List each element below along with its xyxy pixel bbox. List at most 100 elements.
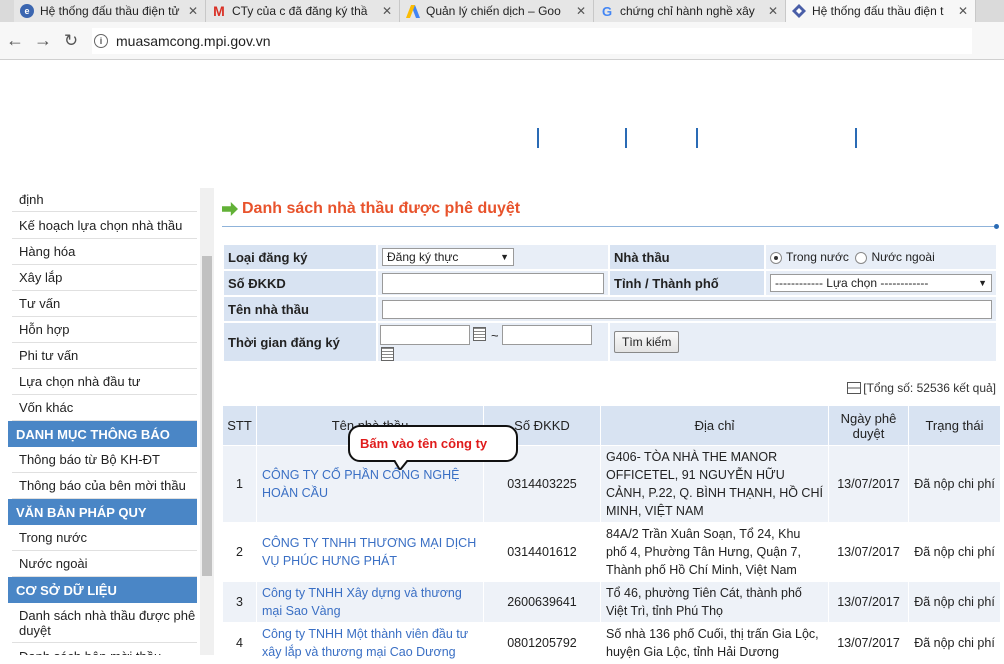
dropdown-arrow-icon: ▼ [978,278,987,288]
row-dkkd: 0801205792 [483,622,601,664]
label: Thời gian đăng ký [222,321,378,363]
select-value: Đăng ký thực [387,250,459,264]
site-icon: e [20,4,34,18]
sidebar-item[interactable]: định [12,188,197,212]
sidebar-item[interactable]: Kế hoạch lựa chọn nhà thầu [12,213,197,239]
date-to-input[interactable] [502,325,592,345]
menu-separator [625,128,627,148]
calendar-icon[interactable] [381,347,394,361]
row-status: Đã nộp chi phí [908,522,1001,582]
row-address: G406- TÒA NHÀ THE MANOR OFFICETEL, 91 NG… [600,445,829,523]
sidebar-item[interactable]: Tư vấn [12,291,197,317]
radio-label: Trong nước [786,250,849,264]
row-stt: 1 [222,445,257,523]
title-divider [222,226,996,227]
print-icon[interactable] [847,382,862,394]
sidebar-item[interactable]: Danh sách bên mời thầu [12,644,197,655]
sidebar-item[interactable]: Lựa chọn nhà đầu tư [12,369,197,395]
sidebar-heading: DANH MỤC THÔNG BÁO [8,421,197,447]
sidebar-heading: CƠ SỞ DỮ LIỆU [8,577,197,603]
row-stt: 2 [222,522,257,582]
url-text: muasamcong.mpi.gov.vn [116,32,271,49]
browser-tab-bar: e Hệ thống đấu thầu điện tử ✕ M CTy của … [0,0,1004,22]
sidebar: định Kế hoạch lựa chọn nhà thầu Hàng hóa… [0,188,214,655]
calendar-icon[interactable] [473,327,486,341]
contractor-name-input[interactable] [382,299,992,319]
close-icon[interactable]: ✕ [767,4,779,18]
sidebar-heading: VĂN BẢN PHÁP QUY [8,499,197,525]
dkkd-input[interactable] [382,272,604,294]
sidebar-item[interactable]: Thông báo của bên mời thầu [12,473,197,499]
table-row: 1 CÔNG TY CỔ PHẦN CÔNG NGHỆ HOÀN CẦU 031… [222,445,1001,523]
sidebar-item-approved-contractors[interactable]: Danh sách nhà thầu được phê duyệt [12,603,197,643]
menu-separator [855,128,857,148]
section-title: Danh sách nhà thầu được phê duyệt [222,200,520,218]
radio-foreign[interactable] [855,251,868,264]
date-from-input[interactable] [380,325,470,345]
close-icon[interactable]: ✕ [381,4,393,18]
site-icon [792,4,806,18]
browser-tab-3[interactable]: Quản lý chiến dịch – Goo ✕ [400,0,594,22]
search-button[interactable]: Tìm kiếm [614,331,680,353]
google-ads-icon [406,4,420,18]
browser-tab-2[interactable]: M CTy của c đã đăng ký thầ ✕ [206,0,400,22]
column-header: STT [222,405,257,446]
forward-icon[interactable]: → [30,28,56,54]
back-icon[interactable]: ← [2,28,28,54]
title-divider-dot [994,224,999,229]
row-address: Tổ 46, phường Tiên Cát, thành phố Việt T… [600,581,829,623]
row-address: 84A/2 Trần Xuân Soạn, Tổ 24, Khu phố 4, … [600,522,829,582]
search-form: Loại đăng ký Đăng ký thực ▼ Nhà thầu Tro… [222,243,998,363]
close-icon[interactable]: ✕ [187,4,199,18]
sidebar-item[interactable]: Vốn khác [12,395,197,421]
annotation-callout: Bấm vào tên công ty [348,425,518,462]
column-header: Địa chỉ [600,405,829,446]
sidebar-item[interactable]: Hàng hóa [12,239,197,265]
tab-title: Hệ thống đấu thầu điện tử [40,4,180,18]
gmail-icon: M [213,3,225,19]
close-icon[interactable]: ✕ [575,4,587,18]
sidebar-item[interactable]: Phi tư vấn [12,343,197,369]
label: Tỉnh / Thành phố [608,269,766,297]
sidebar-item[interactable]: Hỗn hợp [12,317,197,343]
contractor-name-link[interactable]: CÔNG TY CỔ PHẦN CÔNG NGHỆ HOÀN CẦU [262,468,459,500]
results-table: STT Tên nhà thầu Số ĐKKD Địa chỉ Ngày ph… [222,405,1001,664]
row-status: Đã nộp chi phí [908,581,1001,623]
callout-tail [394,460,408,470]
close-icon[interactable]: ✕ [957,4,969,18]
row-dkkd: 2600639641 [483,581,601,623]
label: Tên nhà thầu [222,295,378,323]
row-stt: 3 [222,581,257,623]
column-header: Ngày phê duyệt [828,405,909,446]
province-select[interactable]: ------------ Lựa chọn ------------ ▼ [770,274,992,292]
browser-tab-1[interactable]: e Hệ thống đấu thầu điện tử ✕ [14,0,206,22]
contractor-name-link[interactable]: Công ty TNHH Xây dựng và thương mại Sao … [262,586,462,618]
sidebar-item[interactable]: Thông báo từ Bộ KH-ĐT [12,447,197,473]
label: Số ĐKKD [222,269,378,297]
radio-domestic[interactable] [770,251,782,264]
sidebar-scroll-thumb[interactable] [202,256,212,576]
browser-tab-4[interactable]: G chứng chỉ hành nghề xây ✕ [594,0,786,22]
contractor-name-link[interactable]: CÔNG TY TNHH THƯƠNG MẠI DỊCH VỤ PHÚC HƯN… [262,536,476,568]
contractor-name-link[interactable]: Công ty TNHH Một thành viên đầu tư xây l… [262,627,468,659]
info-icon[interactable]: i [94,33,108,48]
table-row: 2 CÔNG TY TNHH THƯƠNG MẠI DỊCH VỤ PHÚC H… [222,522,1001,582]
row-address: Số nhà 136 phố Cuối, thị trấn Gia Lộc, h… [600,622,829,664]
table-row: 3 Công ty TNHH Xây dựng và thương mại Sa… [222,581,1001,623]
sidebar-item[interactable]: Nước ngoài [12,551,197,577]
address-bar: ← → ↻ i muasamcong.mpi.gov.vn [0,22,1004,60]
row-status: Đã nộp chi phí [908,445,1001,523]
label: Loại đăng ký [222,243,378,271]
radio-label: Nước ngoài [871,250,935,264]
sidebar-item[interactable]: Xây lắp [12,265,197,291]
total-count: [Tổng số: 52536 kết quả] [847,381,996,395]
row-stt: 4 [222,622,257,664]
sidebar-item[interactable]: Trong nước [12,525,197,551]
browser-tab-5[interactable]: Hệ thống đấu thầu điện t ✕ [786,0,976,22]
url-input[interactable]: i muasamcong.mpi.gov.vn [92,27,972,54]
registration-type-select[interactable]: Đăng ký thực ▼ [382,248,514,266]
select-value: ------------ Lựa chọn ------------ [775,276,929,290]
page-title: Danh sách nhà thầu được phê duyệt [242,200,521,217]
table-header-row: STT Tên nhà thầu Số ĐKKD Địa chỉ Ngày ph… [222,405,1001,446]
reload-icon[interactable]: ↻ [58,28,84,54]
